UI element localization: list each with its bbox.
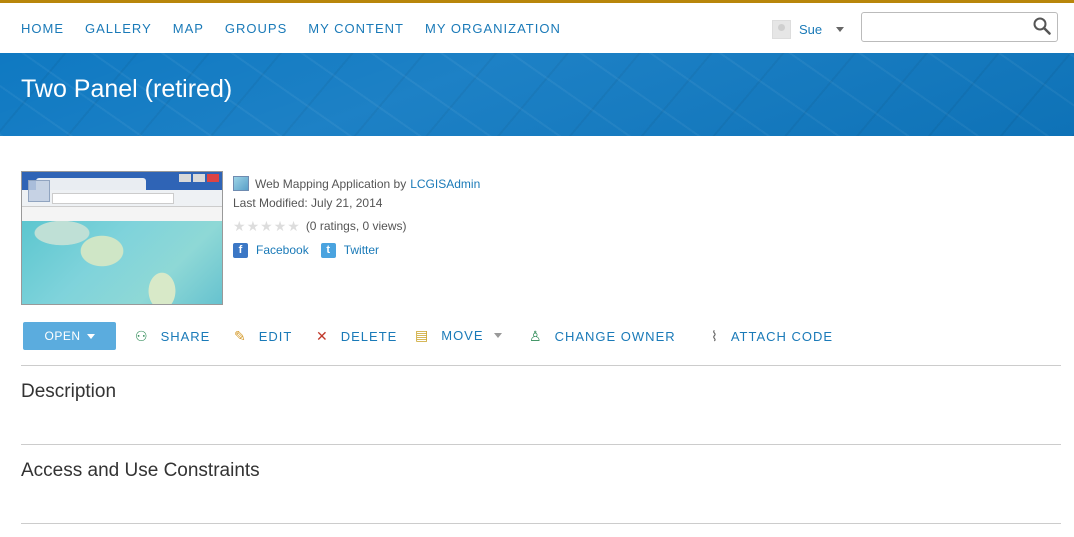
chevron-down-icon — [86, 333, 95, 339]
share-icon: ⚇ — [135, 328, 149, 344]
open-button[interactable]: OPEN — [23, 322, 116, 350]
description-heading: Description — [21, 381, 117, 402]
page-title: Two Panel (retired) — [21, 75, 233, 103]
nav-my-content[interactable]: MY CONTENT — [308, 21, 404, 36]
delete-button[interactable]: ✕ DELETE — [316, 328, 397, 345]
share-label: SHARE — [160, 329, 211, 344]
move-label: MOVE — [441, 328, 484, 343]
change-owner-label: CHANGE OWNER — [554, 329, 676, 344]
delete-icon: ✕ — [316, 328, 329, 344]
nav-home[interactable]: HOME — [21, 21, 64, 36]
user-name: Sue — [799, 22, 823, 37]
social-links: f Facebook t Twitter — [233, 240, 480, 260]
avatar — [772, 20, 791, 39]
divider — [21, 523, 1061, 524]
search-icon[interactable] — [1033, 17, 1051, 35]
search-input[interactable] — [868, 13, 1032, 41]
nav-groups[interactable]: GROUPS — [225, 21, 287, 36]
nav-links: HOME GALLERY MAP GROUPS MY CONTENT MY OR… — [21, 21, 582, 36]
title-banner: Two Panel (retired) — [0, 53, 1074, 136]
twitter-link[interactable]: Twitter — [344, 243, 379, 257]
attach-code-button[interactable]: ⌇ ATTACH CODE — [711, 328, 833, 345]
action-toolbar: OPEN ⚇ SHARE ✎ EDIT ✕ DELETE ▤ MOVE ♙ CH… — [23, 322, 1063, 350]
delete-label: DELETE — [340, 329, 398, 344]
star-icon[interactable]: ★ — [233, 219, 246, 233]
nav-my-organization[interactable]: MY ORGANIZATION — [425, 21, 561, 36]
facebook-icon[interactable]: f — [233, 242, 248, 258]
star-icon[interactable]: ★ — [274, 219, 287, 233]
nav-map[interactable]: MAP — [173, 21, 204, 36]
owner-link[interactable]: LCGISAdmin — [410, 177, 480, 191]
star-icon[interactable]: ★ — [247, 219, 260, 233]
item-thumbnail — [21, 171, 223, 305]
share-button[interactable]: ⚇ SHARE — [135, 328, 210, 345]
thumbnail-overlay-icon — [28, 180, 50, 202]
paperclip-icon: ⌇ — [711, 328, 719, 344]
user-menu[interactable]: Sue — [772, 20, 845, 39]
open-label: OPEN — [44, 329, 81, 343]
facebook-link[interactable]: Facebook — [256, 243, 309, 257]
change-owner-button[interactable]: ♙ CHANGE OWNER — [529, 328, 676, 345]
item-type: Web Mapping Application by — [255, 176, 407, 191]
top-navigation: HOME GALLERY MAP GROUPS MY CONTENT MY OR… — [0, 3, 1074, 53]
twitter-icon[interactable]: t — [320, 242, 336, 258]
rating-stars[interactable]: ★ ★ ★ ★ ★ — [233, 219, 301, 233]
chevron-down-icon — [836, 27, 845, 32]
divider — [21, 444, 1061, 445]
attach-code-label: ATTACH CODE — [730, 329, 834, 344]
nav-gallery[interactable]: GALLERY — [85, 21, 152, 36]
web-app-icon — [233, 176, 249, 191]
star-icon[interactable]: ★ — [287, 219, 300, 233]
search-box — [861, 12, 1058, 42]
access-constraints-heading: Access and Use Constraints — [21, 460, 260, 481]
star-icon[interactable]: ★ — [260, 219, 273, 233]
ratings-summary: (0 ratings, 0 views) — [305, 219, 407, 233]
last-modified: Last Modified: July 21, 2014 — [233, 195, 383, 210]
pencil-icon: ✎ — [234, 328, 247, 344]
move-button[interactable]: ▤ MOVE — [415, 327, 502, 344]
edit-button[interactable]: ✎ EDIT — [234, 328, 292, 345]
folder-move-icon: ▤ — [415, 327, 430, 343]
item-metadata: Web Mapping Application by LCGISAdmin La… — [233, 174, 480, 260]
edit-label: EDIT — [258, 329, 293, 344]
chevron-down-icon — [493, 333, 502, 338]
divider — [21, 365, 1061, 366]
change-owner-icon: ♙ — [529, 328, 543, 344]
